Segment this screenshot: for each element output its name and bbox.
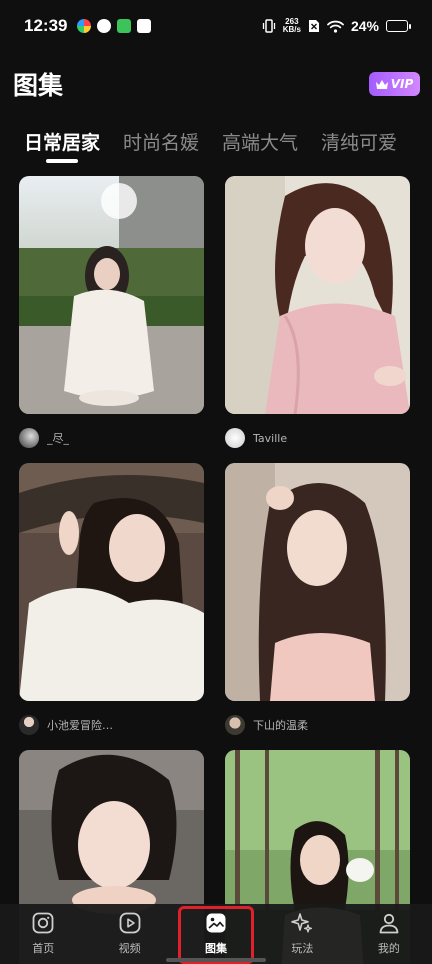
page-title: 图集 xyxy=(13,71,64,100)
app-notification-icon xyxy=(137,19,152,33)
photo-woman-white-sweater-car-icon xyxy=(19,463,204,701)
photo-woman-long-hair-icon xyxy=(225,463,410,701)
camera-icon xyxy=(30,910,56,936)
photo-thumbnail[interactable] xyxy=(19,176,204,414)
photo-woman-pink-dress-icon xyxy=(225,176,410,414)
avatar[interactable] xyxy=(225,428,245,448)
avatar[interactable] xyxy=(19,715,39,735)
photo-woman-white-sweater-crouching-icon xyxy=(19,176,204,414)
photo-card[interactable]: Taville xyxy=(225,176,410,450)
photo-thumbnail[interactable] xyxy=(19,463,204,701)
tab-label: 清纯可爱 xyxy=(321,132,398,154)
category-tabs: 日常居家 时尚名媛 高端大气 清纯可爱 xyxy=(0,128,432,168)
battery-icon xyxy=(386,20,411,32)
crown-icon xyxy=(375,79,388,89)
avatar[interactable] xyxy=(19,428,39,448)
author-name[interactable]: 小池爱冒险… xyxy=(47,717,113,733)
photo-card[interactable]: 小池爱冒险… xyxy=(19,463,204,737)
network-speed: 263 KB/s xyxy=(283,18,301,34)
photo-thumbnail[interactable] xyxy=(225,463,410,701)
app-notification-icon xyxy=(77,19,92,33)
photo-thumbnail[interactable] xyxy=(225,176,410,414)
author-name[interactable]: 下山的温柔 xyxy=(253,717,308,733)
status-time: 12:39 xyxy=(24,16,68,35)
tab-fashion[interactable]: 时尚名媛 xyxy=(123,128,199,155)
nav-video[interactable]: 视频 xyxy=(86,904,172,964)
user-icon xyxy=(376,910,402,936)
status-bar: 12:39 263 KB/s 24% xyxy=(0,0,432,52)
vibrate-icon xyxy=(262,19,275,33)
sparkle-icon xyxy=(289,910,315,936)
card-meta: _尽_ xyxy=(19,426,204,450)
vip-button[interactable]: VIP xyxy=(369,72,420,96)
card-meta: 下山的温柔 xyxy=(225,713,410,737)
nav-label: 我的 xyxy=(377,942,400,955)
tab-high-end[interactable]: 高端大气 xyxy=(222,128,298,155)
vip-label: VIP xyxy=(390,77,414,91)
nav-label: 首页 xyxy=(32,942,55,955)
photo-card[interactable]: 下山的温柔 xyxy=(225,463,410,737)
status-right: 263 KB/s 24% xyxy=(262,18,411,34)
tab-cute[interactable]: 清纯可爱 xyxy=(321,128,397,155)
card-meta: Taville xyxy=(225,426,410,450)
nav-gallery[interactable]: 图集 xyxy=(173,904,259,964)
photo-card[interactable]: _尽_ xyxy=(19,176,204,450)
tab-label: 高端大气 xyxy=(222,132,299,154)
play-icon xyxy=(117,910,143,936)
sim-off-icon xyxy=(308,20,319,32)
app-notification-icon xyxy=(97,19,112,33)
card-meta: 小池爱冒险… xyxy=(19,713,204,737)
nav-label: 玩法 xyxy=(291,942,314,955)
tab-label: 日常居家 xyxy=(24,132,101,154)
battery-percent: 24% xyxy=(350,18,379,34)
tab-daily-home[interactable]: 日常居家 xyxy=(24,128,101,163)
nav-home[interactable]: 首页 xyxy=(0,904,86,964)
wifi-icon xyxy=(327,20,344,33)
header: 图集 VIP xyxy=(0,62,432,106)
active-highlight-box xyxy=(177,906,255,964)
tab-label: 时尚名媛 xyxy=(123,132,200,154)
nav-profile[interactable]: 我的 xyxy=(346,904,432,964)
nav-play[interactable]: 玩法 xyxy=(259,904,345,964)
author-name[interactable]: Taville xyxy=(253,432,287,445)
nav-label: 视频 xyxy=(118,942,141,955)
tab-active-indicator xyxy=(46,159,78,163)
app-notification-icon xyxy=(117,19,132,33)
bottom-nav: 首页 视频 图集 玩法 我的 xyxy=(0,904,432,964)
network-speed-unit: KB/s xyxy=(282,25,301,34)
notification-icons xyxy=(77,19,152,33)
home-indicator[interactable] xyxy=(166,958,266,962)
avatar[interactable] xyxy=(225,715,245,735)
author-name[interactable]: _尽_ xyxy=(47,430,69,446)
